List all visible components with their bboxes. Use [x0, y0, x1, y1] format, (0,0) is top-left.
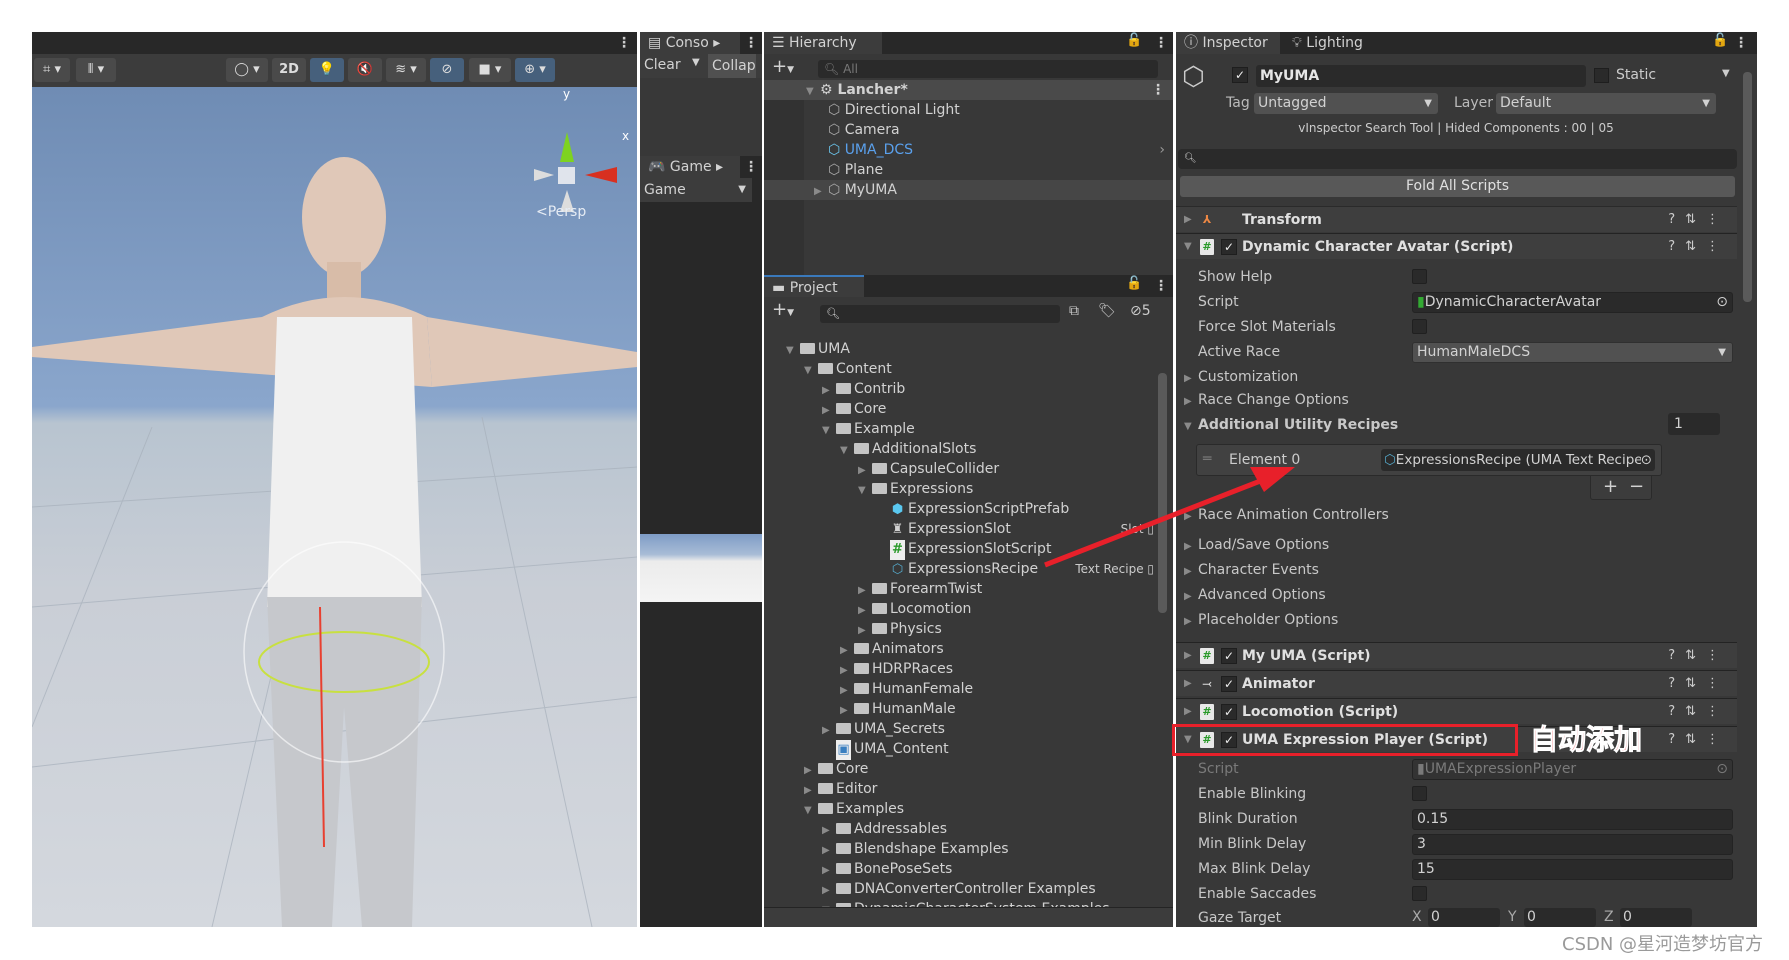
watermark: CSDN @星河造梦坊官方 — [1562, 934, 1764, 955]
annotation-arrow — [1044, 467, 1295, 568]
